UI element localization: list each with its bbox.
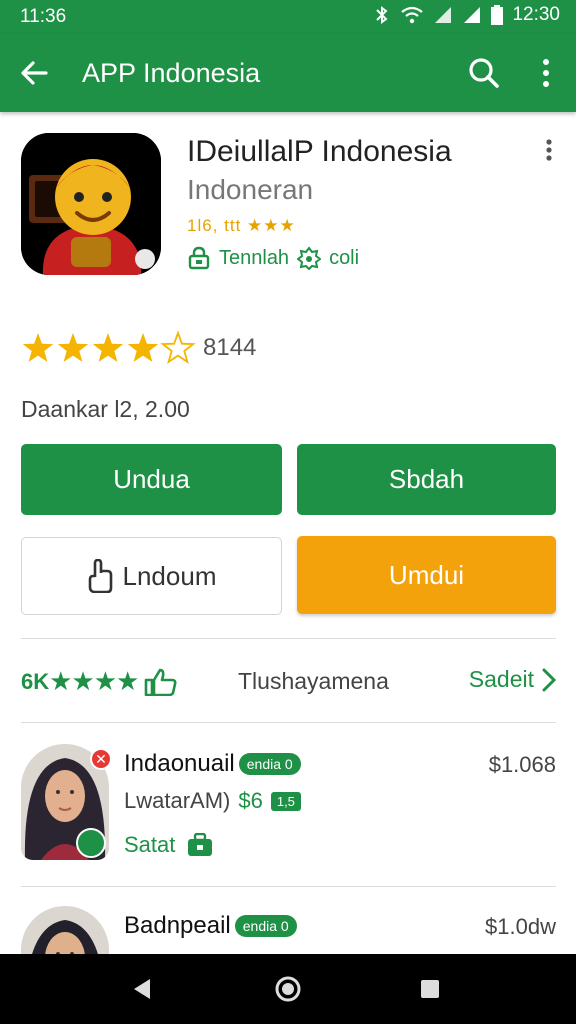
secondary-button[interactable]: Lndoum — [21, 537, 282, 615]
system-nav-bar — [0, 954, 576, 1024]
hand-pointer-icon — [88, 559, 112, 593]
see-all-label: Sadeit — [468, 666, 534, 692]
status-bar: 11:36 12:30 — [0, 0, 576, 34]
list-item-sub-row: LwatarAM) $6 1,5 — [124, 788, 301, 814]
divider — [21, 722, 556, 723]
app-small-rating: 1l6, ttt ★★★ — [187, 216, 296, 236]
app-tag-extra: coli — [329, 246, 360, 269]
see-all-link[interactable]: Sadeit — [469, 666, 556, 693]
divider — [21, 886, 556, 887]
rating-star — [22, 333, 54, 362]
overflow-menu-icon[interactable] — [530, 55, 562, 91]
wifi-icon — [401, 6, 424, 24]
verified-badge-icon — [76, 828, 106, 858]
reviews-summary: 6K ★★★★ — [21, 666, 178, 697]
list-item-name-row: Indaonuail endia 0 — [124, 750, 301, 778]
app-icon — [21, 133, 161, 275]
more-vert-icon[interactable] — [540, 138, 558, 162]
app-tag-label: Tennlah — [219, 246, 290, 269]
list-item-name: Indaonuail — [124, 750, 235, 777]
list-item[interactable]: Badnpeail endia 0 $1.0dw — [0, 906, 576, 954]
rating-star — [127, 333, 159, 362]
search-icon[interactable] — [466, 55, 502, 91]
rating-star — [57, 333, 89, 362]
list-item-name: Badnpeail — [124, 912, 231, 939]
status-time: 11:36 — [20, 6, 67, 27]
small-stars-icon: ★★★ — [247, 216, 296, 235]
chevron-right-icon — [542, 668, 556, 691]
reviews-count-label: 6K — [21, 668, 50, 694]
app-tags: Tennlah coli — [187, 246, 359, 270]
app-developer[interactable]: Indoneran — [187, 174, 313, 206]
signal-icon — [435, 7, 452, 23]
status-icons: 12:30 — [373, 4, 560, 26]
lock-icon — [188, 246, 210, 270]
rating-row: 8144 — [21, 330, 256, 366]
list-item-amount: $6 — [238, 788, 263, 813]
app-bar-title: APP Indonesia — [82, 58, 261, 88]
nav-recents-icon[interactable] — [420, 979, 440, 999]
list-item-price: $1.0dw — [485, 914, 556, 939]
app-name: IDeiullalP Indonesia — [187, 135, 452, 168]
list-item-status: Satat — [124, 832, 176, 857]
download-button[interactable]: Umdui — [297, 536, 556, 614]
remove-badge-icon[interactable]: ✕ — [90, 748, 112, 770]
reviews-bar: 6K ★★★★ Tlushayamena Sadeit — [21, 662, 556, 702]
rating-stars-icon — [22, 330, 196, 365]
signal-icon — [464, 7, 481, 23]
list-item[interactable]: ✕ Indaonuail endia 0 LwatarAM) $6 1,5 Sa… — [0, 744, 576, 874]
downloads-text: Daankar l2, 2.00 — [21, 396, 190, 422]
small-rating-text: 1l6, ttt — [187, 216, 242, 235]
nav-home-icon[interactable] — [274, 975, 302, 1003]
list-item-status-row: Satat — [124, 832, 213, 858]
back-arrow-icon[interactable] — [16, 55, 52, 91]
bluetooth-icon — [376, 6, 388, 24]
list-item-tag: 1,5 — [270, 791, 301, 811]
divider — [21, 638, 556, 639]
status-time-right: 12:30 — [512, 4, 560, 25]
list-item-sub: LwatarAM) — [124, 788, 231, 813]
rating-count: 8144 — [203, 334, 257, 361]
list-item-pill: endia 0 — [238, 753, 301, 775]
open-button[interactable]: Sbdah — [297, 444, 556, 515]
install-button[interactable]: Undua — [21, 444, 282, 515]
list-item-price: $1.068 — [488, 752, 556, 777]
battery-icon — [491, 5, 504, 25]
thumbs-up-icon — [145, 668, 177, 696]
badge-icon — [297, 246, 322, 270]
avatar — [21, 906, 109, 954]
nav-back-icon[interactable] — [130, 977, 154, 1001]
list-item-pill: endia 0 — [234, 915, 297, 937]
reviews-middle-label: Tlushayamena — [238, 668, 389, 694]
app-bar: APP Indonesia — [0, 34, 576, 112]
rating-star — [92, 333, 124, 362]
bag-icon — [188, 833, 213, 856]
list-item-name-row: Badnpeail endia 0 — [124, 912, 297, 940]
rating-star — [160, 330, 196, 365]
secondary-button-label: Lndoum — [122, 560, 217, 591]
reviews-stars-icon: ★★★★ — [49, 666, 139, 696]
